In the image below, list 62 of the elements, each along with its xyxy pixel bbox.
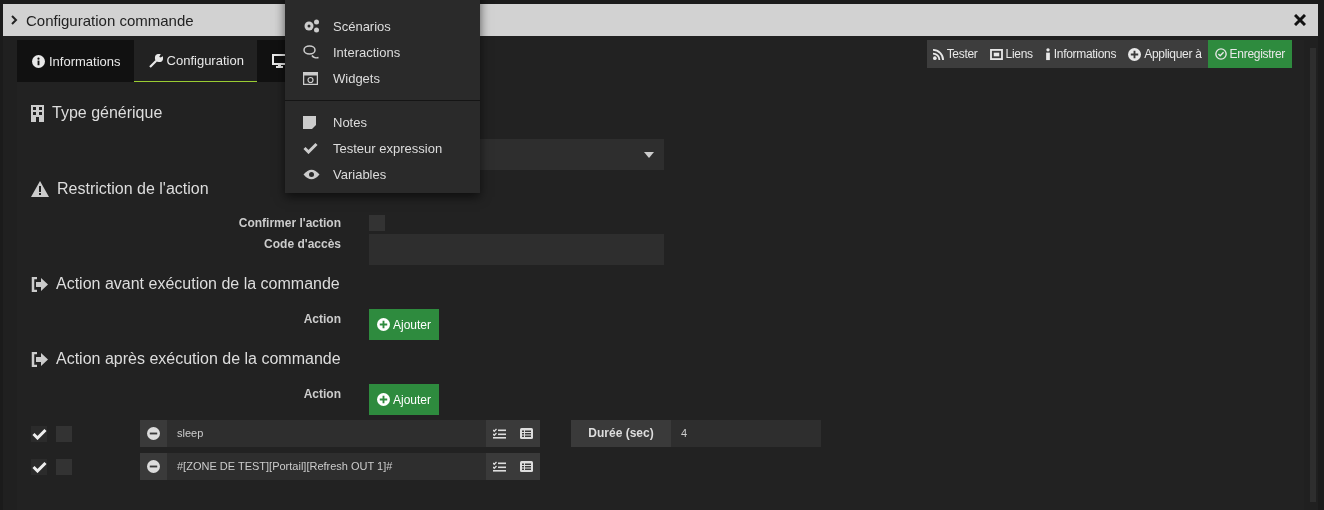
- select-button[interactable]: [486, 420, 513, 447]
- field-label: Action: [303, 387, 341, 401]
- toolbar-button[interactable]: Enregistrer: [1207, 40, 1292, 68]
- minus-icon: [147, 460, 160, 473]
- gears-icon: [303, 19, 320, 33]
- check-icon: [31, 460, 47, 473]
- check-icon: [31, 427, 47, 440]
- list-icon: [520, 461, 533, 472]
- frame-icon: [989, 48, 1003, 60]
- plus-icon: [1128, 47, 1142, 61]
- menu-item[interactable]: Scénarios: [285, 13, 480, 39]
- menu-item[interactable]: Widgets: [285, 65, 480, 91]
- menu-item[interactable]: Testeur expression: [285, 135, 480, 161]
- field-label: Code d'accès: [264, 237, 341, 251]
- checkbox[interactable]: [31, 458, 47, 475]
- dialog-title: Configuration commande: [26, 11, 194, 29]
- checklist-icon: [493, 428, 506, 439]
- note-icon: [303, 115, 316, 129]
- list-icon: [520, 428, 533, 439]
- warning-icon: [31, 181, 49, 197]
- input-field[interactable]: 4: [671, 420, 821, 447]
- minus-icon: [147, 427, 160, 440]
- building-icon: [31, 104, 44, 122]
- section-heading: Restriction de l'action: [57, 180, 209, 198]
- plus-icon: [377, 318, 390, 331]
- command-field[interactable]: sleep: [167, 420, 486, 447]
- rss-icon: [932, 48, 944, 60]
- exit-arrow-icon: [31, 276, 48, 292]
- checkbox[interactable]: [31, 425, 47, 442]
- exit-arrow-icon: [31, 351, 48, 367]
- field-label: Action: [303, 312, 341, 326]
- plus-icon: [377, 393, 390, 406]
- check-circle-icon: [1214, 48, 1227, 60]
- speech-bubbles-icon: [303, 45, 320, 59]
- menu-item[interactable]: Interactions: [285, 39, 480, 65]
- checklist-icon: [493, 461, 506, 472]
- close-button[interactable]: [1292, 12, 1308, 28]
- caret-icon: [644, 151, 654, 158]
- menu-item[interactable]: Notes: [285, 109, 480, 135]
- widget-icon: [303, 71, 318, 85]
- section-heading: Action avant exécution de la commande: [56, 275, 340, 293]
- command-field[interactable]: #[ZONE DE TEST][Portail][Refresh OUT 1]#: [167, 453, 486, 480]
- list-button[interactable]: [513, 420, 540, 447]
- info-icon: [32, 54, 45, 68]
- section-heading: Action après exécution de la commande: [56, 350, 341, 368]
- eye-icon: [303, 168, 320, 180]
- field-label: Confirmer l'action: [238, 216, 341, 230]
- info-icon: [1044, 47, 1051, 61]
- tab[interactable]: Configuration: [133, 40, 257, 82]
- list-button[interactable]: [513, 453, 540, 480]
- field-label: Durée (sec): [571, 420, 671, 447]
- monitor-icon: [271, 54, 287, 68]
- select-button[interactable]: [486, 453, 513, 480]
- add-button[interactable]: Ajouter: [369, 384, 440, 415]
- remove-button[interactable]: [140, 420, 167, 447]
- chevron-icon: [11, 15, 18, 25]
- wrench-icon: [148, 53, 163, 68]
- menu-item[interactable]: Variables: [285, 161, 480, 187]
- remove-button[interactable]: [140, 453, 167, 480]
- add-button[interactable]: Ajouter: [369, 309, 440, 340]
- check-icon: [303, 142, 318, 154]
- section-heading: Type générique: [52, 104, 163, 122]
